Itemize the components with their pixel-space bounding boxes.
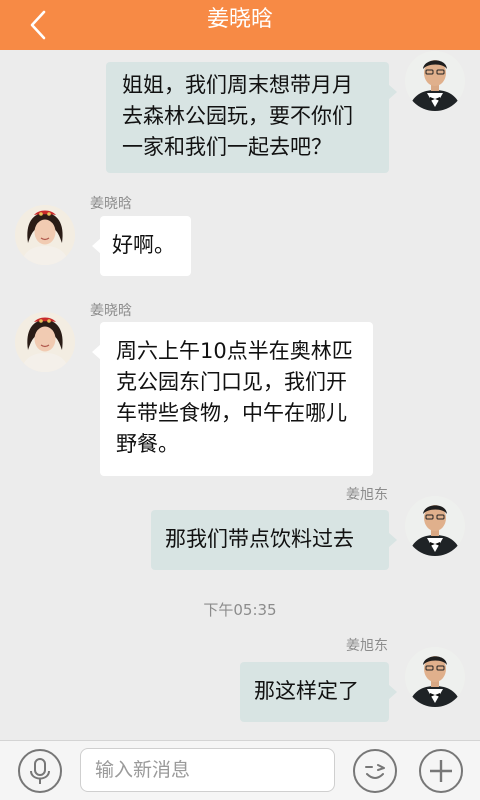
wink-emoji-icon [365,764,385,779]
avatar-self[interactable] [405,51,465,111]
chat-title: 姜晓晗 [206,7,273,32]
sender-name: 姜旭东 [346,487,388,503]
message-list[interactable]: 姐姐，我们周末想带月月 去森林公园玩，要不你们 一家和我们一起去吧？ 姜晓晗 好… [0,50,480,740]
voice-button[interactable] [18,749,62,793]
avatar-contact[interactable] [15,312,75,372]
message-line: 野餐。 [116,432,179,456]
message-bubble-incoming[interactable]: 好啊。 [92,216,191,276]
sender-name: 姜晓晗 [90,303,132,319]
more-button[interactable] [419,749,463,793]
message-bubble-outgoing[interactable]: 那我们带点饮料过去 [151,510,397,570]
timestamp: 下午05:35 [203,601,277,619]
top-bar: 姜晓晗 [0,0,480,50]
message-line: 一家和我们一起去吧？ [122,135,332,159]
emoji-button[interactable] [353,749,397,793]
message-line: 去森林公园玩，要不你们 [122,104,353,128]
message-bubble-outgoing[interactable]: 那这样定了 [240,662,397,722]
message-line: 那这样定了 [254,679,359,703]
input-bar [0,740,480,800]
sender-name: 姜旭东 [346,638,388,654]
avatar-self[interactable] [405,647,465,707]
message-line: 克公园东门口见，我们开 [116,370,347,394]
avatar-self[interactable] [405,496,465,556]
man-avatar-image [405,647,465,707]
microphone-icon [30,758,50,784]
message-bubble-incoming[interactable]: 周六上午10点半在奥林匹 克公园东门口见，我们开 车带些食物，中午在哪儿 野餐。 [92,322,373,476]
woman-avatar-image [15,205,75,265]
woman-avatar-image [15,312,75,372]
man-avatar-image [405,496,465,556]
message-input[interactable] [80,748,335,792]
sender-name: 姜晓晗 [90,196,132,212]
avatar-contact[interactable] [15,205,75,265]
message-bubble-outgoing[interactable]: 姐姐，我们周末想带月月 去森林公园玩，要不你们 一家和我们一起去吧？ [106,62,397,173]
man-avatar-image [405,51,465,111]
message-line: 周六上午10点半在奥林匹 [116,339,353,363]
message-line: 姐姐，我们周末想带月月 [122,73,353,97]
message-line: 车带些食物，中午在哪儿 [116,401,347,425]
message-line: 那我们带点饮料过去 [165,527,354,551]
message-line: 好啊。 [112,233,175,257]
plus-icon [430,760,452,782]
